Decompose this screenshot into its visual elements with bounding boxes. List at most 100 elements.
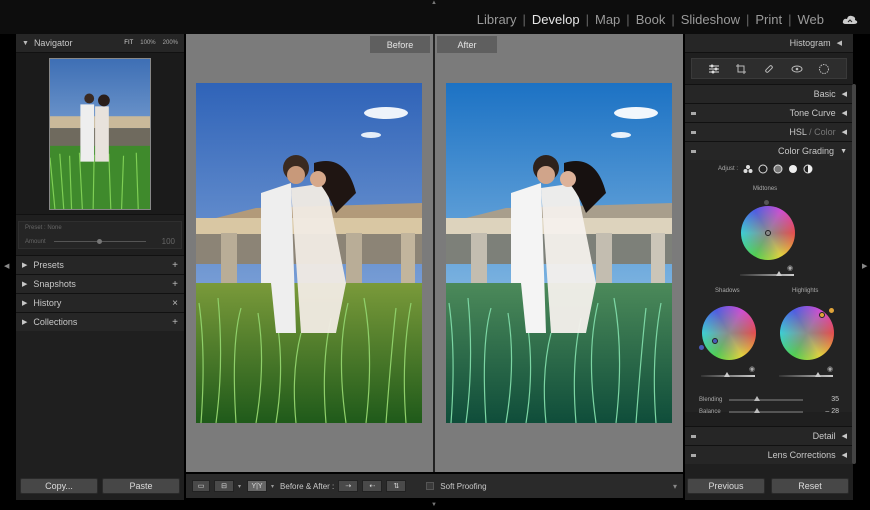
highlights-wheel-point[interactable] xyxy=(819,312,825,318)
red-eye-icon[interactable] xyxy=(791,63,803,75)
bottom-panel-toggle-icon[interactable]: ▼ xyxy=(431,502,437,508)
color-grading-section[interactable]: Color Grading ▼ xyxy=(685,141,853,160)
add-snapshot-icon[interactable]: + xyxy=(172,279,178,290)
zoom-fit[interactable]: FIT xyxy=(124,40,133,46)
tool-strip xyxy=(691,58,847,79)
basic-section[interactable]: Basic ◀ xyxy=(685,84,853,103)
tone-curve-section[interactable]: Tone Curve ◀ xyxy=(685,103,853,122)
shadows-label: Shadows xyxy=(715,288,740,294)
three-way-icon[interactable] xyxy=(743,164,753,174)
previous-button[interactable]: Previous xyxy=(687,478,765,494)
clear-history-icon[interactable]: × xyxy=(172,298,178,309)
right-panel-toggle-icon[interactable]: ▶ xyxy=(862,262,867,270)
add-collection-icon[interactable]: + xyxy=(172,317,178,328)
balance-value[interactable]: – 28 xyxy=(825,408,839,415)
highlights-luminance-knob[interactable] xyxy=(815,372,821,377)
module-book[interactable]: Book xyxy=(630,12,672,27)
top-panel-toggle-icon[interactable]: ▲ xyxy=(431,0,437,6)
expand-triangle-icon: ◀ xyxy=(841,91,847,98)
before-photo[interactable] xyxy=(196,83,422,423)
soft-proofing-checkbox[interactable] xyxy=(426,482,435,490)
right-panel-scrollbar[interactable] xyxy=(852,84,856,464)
amount-slider[interactable] xyxy=(53,239,146,244)
module-library[interactable]: Library xyxy=(471,12,523,27)
midtones-luminance-slider[interactable] xyxy=(740,274,794,276)
global-mode-icon[interactable] xyxy=(803,164,813,174)
navigator-header[interactable]: ▼ Navigator FIT 100% 200% xyxy=(16,34,184,53)
blending-slider[interactable] xyxy=(729,395,803,401)
eye-icon[interactable]: ◉ xyxy=(749,365,755,373)
after-photo[interactable] xyxy=(446,83,672,423)
loupe-view-button[interactable]: ▭ xyxy=(192,480,210,492)
copy-button[interactable]: Copy... xyxy=(20,478,98,494)
shadows-luminance-knob[interactable] xyxy=(724,372,730,377)
adjust-modes xyxy=(743,164,813,174)
highlights-mode-icon[interactable] xyxy=(788,164,798,174)
module-web[interactable]: Web xyxy=(792,12,831,27)
bottom-toolbar: ▭ ⊟ ▾ Y|Y ▾ Before & After : ⇢ ⇠ ⇅ Soft … xyxy=(186,474,683,498)
blending-row: Blending 35 xyxy=(699,395,839,403)
paste-button[interactable]: Paste xyxy=(102,478,180,494)
histogram-header[interactable]: Histogram ◀ xyxy=(685,34,853,53)
healing-icon[interactable] xyxy=(763,63,775,75)
before-after-side-by-side-button[interactable]: Y|Y xyxy=(247,480,268,492)
history-section[interactable]: ▶ History × xyxy=(16,293,184,312)
color-label[interactable]: Color xyxy=(814,127,836,137)
eye-icon[interactable]: ◉ xyxy=(827,365,833,373)
amount-slider-knob[interactable] xyxy=(97,239,103,244)
color-grading-panel: Adjust : Midtones ◉ Shadows Highlights ◉… xyxy=(685,160,853,415)
expand-triangle-icon: ◀ xyxy=(841,129,847,136)
collections-section[interactable]: ▶ Collections + xyxy=(16,312,184,331)
before-after-left-right-button[interactable]: ⊟ xyxy=(214,480,234,492)
module-map[interactable]: Map xyxy=(589,12,626,27)
hsl-section[interactable]: HSL / Color ◀ xyxy=(685,122,853,141)
cloud-sync-icon[interactable] xyxy=(842,15,858,25)
balance-slider[interactable] xyxy=(729,407,803,413)
shadows-color-wheel[interactable] xyxy=(702,306,756,360)
zoom-200[interactable]: 200% xyxy=(163,40,178,46)
shadows-mode-icon[interactable] xyxy=(758,164,768,174)
crop-icon[interactable] xyxy=(735,63,747,75)
layout-caret-icon[interactable]: ▾ xyxy=(271,483,274,490)
masking-icon[interactable] xyxy=(818,63,830,75)
copy-after-to-before-button[interactable]: ⇠ xyxy=(362,480,383,492)
blending-slider-knob[interactable] xyxy=(754,395,760,401)
toolbar-options-caret-icon[interactable]: ▾ xyxy=(673,482,677,491)
highlights-color-wheel[interactable] xyxy=(780,306,834,360)
module-bar: ▲ Library | Develop | Map | Book | Slideshow… xyxy=(0,0,870,34)
midtones-mode-icon[interactable] xyxy=(773,164,783,174)
highlights-luminance-slider[interactable] xyxy=(779,375,833,377)
snapshots-section[interactable]: ▶ Snapshots + xyxy=(16,274,184,293)
zoom-100[interactable]: 100% xyxy=(140,40,155,46)
left-panel-toggle-icon[interactable]: ◀ xyxy=(4,262,9,270)
midtones-luminance-knob[interactable] xyxy=(776,271,782,276)
highlights-hue-handle[interactable] xyxy=(829,308,834,313)
blending-value[interactable]: 35 xyxy=(831,396,839,403)
edit-sliders-icon[interactable] xyxy=(708,63,720,75)
balance-slider-knob[interactable] xyxy=(754,407,760,413)
midtones-wheel-point[interactable] xyxy=(765,230,771,236)
shadows-hue-handle[interactable] xyxy=(699,345,704,350)
module-develop[interactable]: Develop xyxy=(526,12,586,27)
midtones-hue-handle[interactable] xyxy=(764,200,769,205)
blending-label: Blending xyxy=(699,396,723,403)
navigator-preview[interactable] xyxy=(16,53,184,215)
module-slideshow[interactable]: Slideshow xyxy=(675,12,746,27)
eye-icon[interactable]: ◉ xyxy=(787,264,793,272)
lens-corrections-label: Lens Corrections xyxy=(767,450,836,460)
module-print[interactable]: Print xyxy=(749,12,788,27)
balance-row: Balance – 28 xyxy=(699,407,839,415)
swap-before-after-button[interactable]: ⇅ xyxy=(386,480,407,492)
detail-section[interactable]: Detail ◀ xyxy=(685,426,853,445)
shadows-wheel-point[interactable] xyxy=(712,338,718,344)
basic-label: Basic xyxy=(813,89,836,99)
amount-label: Amount xyxy=(25,238,46,245)
copy-before-to-after-button[interactable]: ⇢ xyxy=(338,480,359,492)
presets-section[interactable]: ▶ Presets + xyxy=(16,255,184,274)
add-preset-icon[interactable]: + xyxy=(172,260,178,271)
view-mode-caret-icon[interactable]: ▾ xyxy=(238,483,241,490)
reset-button[interactable]: Reset xyxy=(771,478,849,494)
image-canvas[interactable]: Before After xyxy=(186,34,683,472)
lens-corrections-section[interactable]: Lens Corrections ◀ xyxy=(685,445,853,464)
hsl-label[interactable]: HSL xyxy=(789,127,806,137)
